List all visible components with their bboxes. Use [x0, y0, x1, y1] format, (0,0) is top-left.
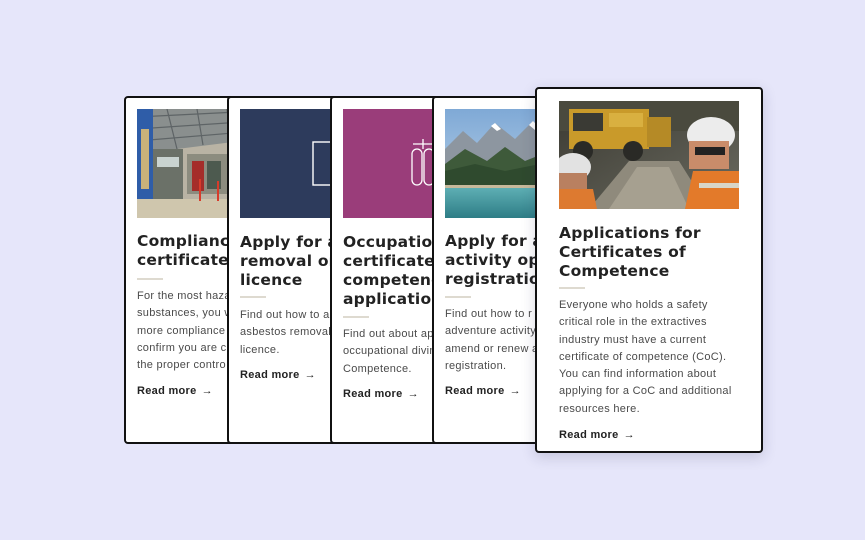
arrow-right-icon: → — [623, 429, 635, 441]
card-description: Find out about ap occupational divin Com… — [343, 328, 436, 375]
card-certificates-of-competence[interactable]: Applications for Certificates of Compete… — [535, 87, 763, 453]
card-description: Find out how to r adventure activity ame… — [445, 308, 538, 372]
divider — [137, 278, 163, 280]
read-more-label: Read more — [445, 385, 505, 397]
arrow-right-icon: → — [407, 388, 419, 400]
card-description: For the most haza substances, you w more… — [137, 290, 232, 372]
read-more-label: Read more — [137, 385, 197, 397]
arrow-right-icon: → — [304, 369, 316, 381]
arrow-right-icon: → — [201, 385, 213, 397]
card-title: Compliance certificates — [137, 232, 241, 269]
card-description: Everyone who holds a safety critical rol… — [559, 299, 732, 415]
read-more-link[interactable]: Read more → — [343, 388, 419, 400]
read-more-label: Read more — [559, 429, 619, 441]
mining-workers-image — [559, 101, 739, 209]
read-more-link[interactable]: Read more → — [559, 429, 635, 441]
card-title: Apply for a removal or licence — [240, 233, 338, 289]
card-title: Applications for Certificates of Compete… — [559, 224, 701, 280]
read-more-link[interactable]: Read more → — [137, 385, 213, 397]
arrow-right-icon: → — [509, 385, 521, 397]
read-more-label: Read more — [240, 369, 300, 381]
divider — [343, 316, 369, 318]
read-more-label: Read more — [343, 388, 403, 400]
read-more-link[interactable]: Read more → — [445, 385, 521, 397]
divider — [559, 287, 585, 289]
divider — [445, 296, 471, 298]
read-more-link[interactable]: Read more → — [240, 369, 316, 381]
card-description: Find out how to a asbestos removal licen… — [240, 309, 332, 356]
divider — [240, 296, 266, 298]
